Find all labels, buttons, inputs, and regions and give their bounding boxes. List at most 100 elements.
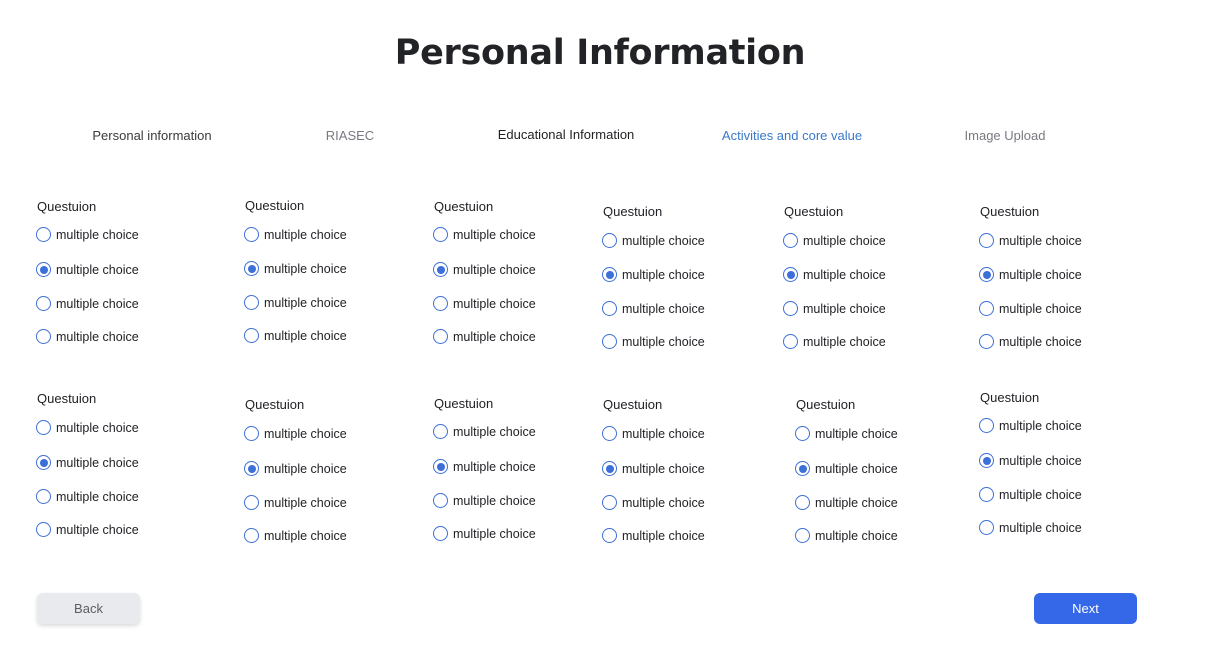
radio-option[interactable]: multiple choice bbox=[36, 455, 139, 470]
radio-option[interactable]: multiple choice bbox=[602, 461, 705, 476]
radio-button-checked[interactable] bbox=[979, 453, 994, 468]
radio-button[interactable] bbox=[602, 528, 617, 543]
radio-button-checked[interactable] bbox=[783, 267, 798, 282]
radio-button[interactable] bbox=[244, 328, 259, 343]
radio-option[interactable]: multiple choice bbox=[36, 329, 139, 344]
radio-button[interactable] bbox=[979, 233, 994, 248]
radio-button-checked[interactable] bbox=[602, 461, 617, 476]
radio-button[interactable] bbox=[602, 426, 617, 441]
radio-button-checked[interactable] bbox=[244, 461, 259, 476]
radio-option[interactable]: multiple choice bbox=[979, 267, 1082, 282]
radio-option[interactable]: multiple choice bbox=[979, 520, 1082, 535]
radio-button[interactable] bbox=[979, 418, 994, 433]
radio-option[interactable]: multiple choice bbox=[244, 461, 347, 476]
radio-button-checked[interactable] bbox=[979, 267, 994, 282]
radio-option[interactable]: multiple choice bbox=[36, 522, 139, 537]
radio-option[interactable]: multiple choice bbox=[433, 329, 536, 344]
radio-button[interactable] bbox=[433, 329, 448, 344]
radio-button[interactable] bbox=[979, 334, 994, 349]
radio-button[interactable] bbox=[602, 233, 617, 248]
radio-option[interactable]: multiple choice bbox=[36, 489, 139, 504]
radio-button[interactable] bbox=[979, 520, 994, 535]
radio-option[interactable]: multiple choice bbox=[602, 334, 705, 349]
radio-button[interactable] bbox=[36, 329, 51, 344]
radio-option[interactable]: multiple choice bbox=[979, 418, 1082, 433]
radio-option[interactable]: multiple choice bbox=[602, 426, 705, 441]
radio-option[interactable]: multiple choice bbox=[783, 267, 886, 282]
step-activities-core-value[interactable]: Activities and core value bbox=[722, 128, 862, 143]
step-riasec[interactable]: RIASEC bbox=[326, 128, 374, 143]
radio-button[interactable] bbox=[36, 522, 51, 537]
radio-button-checked[interactable] bbox=[433, 262, 448, 277]
radio-button-checked[interactable] bbox=[433, 459, 448, 474]
radio-option[interactable]: multiple choice bbox=[36, 420, 139, 435]
radio-option[interactable]: multiple choice bbox=[244, 495, 347, 510]
radio-option[interactable]: multiple choice bbox=[244, 328, 347, 343]
radio-option[interactable]: multiple choice bbox=[602, 301, 705, 316]
radio-option[interactable]: multiple choice bbox=[433, 459, 536, 474]
radio-button[interactable] bbox=[36, 227, 51, 242]
step-image-upload[interactable]: Image Upload bbox=[965, 128, 1046, 143]
radio-option[interactable]: multiple choice bbox=[36, 296, 139, 311]
radio-option[interactable]: multiple choice bbox=[602, 233, 705, 248]
radio-option[interactable]: multiple choice bbox=[36, 227, 139, 242]
radio-option[interactable]: multiple choice bbox=[979, 301, 1082, 316]
radio-button[interactable] bbox=[979, 301, 994, 316]
radio-option[interactable]: multiple choice bbox=[795, 495, 898, 510]
radio-option[interactable]: multiple choice bbox=[244, 426, 347, 441]
radio-button[interactable] bbox=[36, 296, 51, 311]
next-button[interactable]: Next bbox=[1034, 593, 1137, 624]
radio-option[interactable]: multiple choice bbox=[795, 528, 898, 543]
radio-option[interactable]: multiple choice bbox=[244, 227, 347, 242]
radio-button-checked[interactable] bbox=[244, 261, 259, 276]
radio-button[interactable] bbox=[244, 227, 259, 242]
radio-option[interactable]: multiple choice bbox=[979, 487, 1082, 502]
back-button[interactable]: Back bbox=[37, 593, 140, 624]
radio-option[interactable]: multiple choice bbox=[795, 461, 898, 476]
radio-option[interactable]: multiple choice bbox=[979, 334, 1082, 349]
radio-option[interactable]: multiple choice bbox=[783, 233, 886, 248]
radio-option[interactable]: multiple choice bbox=[433, 526, 536, 541]
radio-option[interactable]: multiple choice bbox=[244, 261, 347, 276]
radio-button[interactable] bbox=[36, 420, 51, 435]
radio-button[interactable] bbox=[244, 495, 259, 510]
radio-button[interactable] bbox=[244, 528, 259, 543]
radio-option[interactable]: multiple choice bbox=[433, 296, 536, 311]
radio-button[interactable] bbox=[783, 233, 798, 248]
radio-option[interactable]: multiple choice bbox=[783, 301, 886, 316]
radio-button-checked[interactable] bbox=[36, 262, 51, 277]
radio-option[interactable]: multiple choice bbox=[433, 227, 536, 242]
radio-button[interactable] bbox=[602, 301, 617, 316]
radio-option[interactable]: multiple choice bbox=[602, 267, 705, 282]
radio-button[interactable] bbox=[433, 424, 448, 439]
radio-button[interactable] bbox=[244, 295, 259, 310]
step-educational-information[interactable]: Educational Information bbox=[498, 127, 635, 142]
radio-button[interactable] bbox=[36, 489, 51, 504]
radio-option[interactable]: multiple choice bbox=[783, 334, 886, 349]
radio-button[interactable] bbox=[602, 495, 617, 510]
radio-button-checked[interactable] bbox=[36, 455, 51, 470]
radio-button[interactable] bbox=[433, 296, 448, 311]
radio-button-checked[interactable] bbox=[795, 461, 810, 476]
radio-option[interactable]: multiple choice bbox=[244, 528, 347, 543]
radio-option[interactable]: multiple choice bbox=[433, 493, 536, 508]
radio-button[interactable] bbox=[244, 426, 259, 441]
radio-button[interactable] bbox=[795, 426, 810, 441]
radio-button[interactable] bbox=[795, 495, 810, 510]
radio-option[interactable]: multiple choice bbox=[979, 453, 1082, 468]
radio-option[interactable]: multiple choice bbox=[244, 295, 347, 310]
radio-button[interactable] bbox=[433, 227, 448, 242]
radio-option[interactable]: multiple choice bbox=[602, 528, 705, 543]
radio-button[interactable] bbox=[433, 493, 448, 508]
radio-button[interactable] bbox=[795, 528, 810, 543]
radio-option[interactable]: multiple choice bbox=[433, 424, 536, 439]
radio-option[interactable]: multiple choice bbox=[36, 262, 139, 277]
radio-button[interactable] bbox=[979, 487, 994, 502]
radio-option[interactable]: multiple choice bbox=[602, 495, 705, 510]
step-personal-information[interactable]: Personal information bbox=[92, 128, 211, 143]
radio-button[interactable] bbox=[602, 334, 617, 349]
radio-option[interactable]: multiple choice bbox=[795, 426, 898, 441]
radio-button-checked[interactable] bbox=[602, 267, 617, 282]
radio-button[interactable] bbox=[783, 334, 798, 349]
radio-button[interactable] bbox=[783, 301, 798, 316]
